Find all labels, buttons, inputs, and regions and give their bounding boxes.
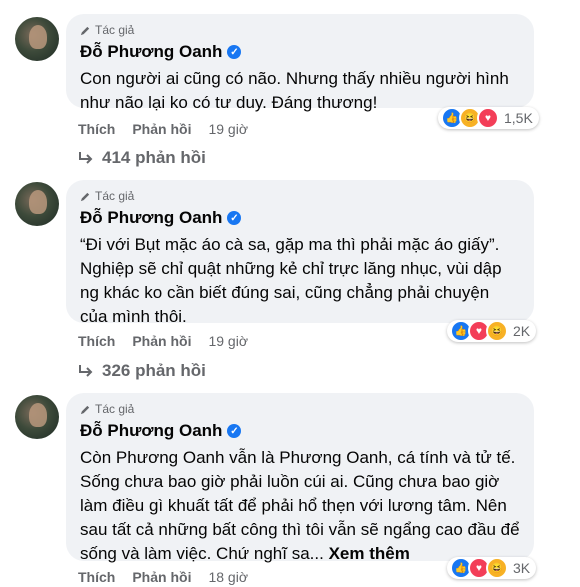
author-badge-label: Tác giả: [95, 402, 135, 416]
author-badge: Tác giả: [80, 401, 520, 417]
timestamp[interactable]: 18 giờ: [208, 569, 248, 585]
view-replies-link[interactable]: 326 phản hồi: [78, 361, 206, 381]
replies-count[interactable]: 414 phản hồi: [102, 148, 206, 168]
haha-icon: 😆: [486, 557, 508, 579]
like-button[interactable]: Thích: [78, 569, 115, 585]
verified-badge-icon: ✓: [227, 211, 242, 225]
reaction-count: 2K: [513, 323, 531, 339]
reaction-summary[interactable]: 👍 ♥ 😆 2K: [447, 320, 537, 342]
timestamp[interactable]: 19 giờ: [208, 333, 248, 349]
like-button[interactable]: Thích: [78, 333, 115, 349]
reaction-count: 1,5K: [504, 110, 533, 126]
comment-text: “Đi với Bụt mặc áo cà sa, gặp ma thì phả…: [80, 235, 502, 326]
haha-icon: 😆: [486, 320, 508, 342]
reply-arrow-icon: [79, 365, 93, 377]
pen-icon: [80, 26, 90, 35]
reply-button[interactable]: Phản hồi: [132, 121, 191, 137]
like-button[interactable]: Thích: [78, 121, 115, 137]
author-name[interactable]: Đỗ Phương Oanh: [80, 42, 222, 62]
see-more-link[interactable]: Xem thêm: [329, 544, 410, 563]
pen-icon: [80, 405, 90, 414]
avatar[interactable]: [15, 182, 59, 226]
reaction-summary[interactable]: 👍 😆 ♥ 1,5K: [438, 107, 539, 129]
reply-button[interactable]: Phản hồi: [132, 333, 191, 349]
author-badge-label: Tác giả: [95, 23, 135, 37]
author-badge: Tác giả: [80, 188, 520, 204]
verified-badge-icon: ✓: [227, 45, 242, 59]
reply-arrow-icon: [79, 152, 93, 164]
author-badge: Tác giả: [80, 22, 520, 38]
comment-bubble: Tác giả Đỗ Phương Oanh ✓ “Đi với Bụt mặc…: [66, 180, 534, 326]
pen-icon: [80, 192, 90, 201]
reaction-summary[interactable]: 👍 ♥ 😆 3K: [447, 557, 537, 579]
author-name[interactable]: Đỗ Phương Oanh: [80, 421, 222, 441]
author-badge-label: Tác giả: [95, 189, 135, 203]
avatar[interactable]: [15, 17, 59, 61]
reaction-count: 3K: [513, 560, 531, 576]
view-replies-link[interactable]: 414 phản hồi: [78, 148, 206, 168]
timestamp[interactable]: 19 giờ: [208, 121, 248, 137]
avatar[interactable]: [15, 395, 59, 439]
reply-button[interactable]: Phản hồi: [132, 569, 191, 585]
comment-text-body: Còn Phương Oanh vẫn là Phương Oanh, cá t…: [80, 448, 520, 563]
verified-badge-icon: ✓: [227, 424, 242, 438]
replies-count[interactable]: 326 phản hồi: [102, 361, 206, 381]
comment-bubble: Tác giả Đỗ Phương Oanh ✓ Con người ai cũ…: [66, 14, 534, 112]
comment-bubble: Tác giả Đỗ Phương Oanh ✓ Còn Phương Oanh…: [66, 393, 534, 563]
comment-text: Còn Phương Oanh vẫn là Phương Oanh, cá t…: [80, 446, 520, 566]
author-name[interactable]: Đỗ Phương Oanh: [80, 208, 222, 228]
love-icon: ♥: [477, 107, 499, 129]
